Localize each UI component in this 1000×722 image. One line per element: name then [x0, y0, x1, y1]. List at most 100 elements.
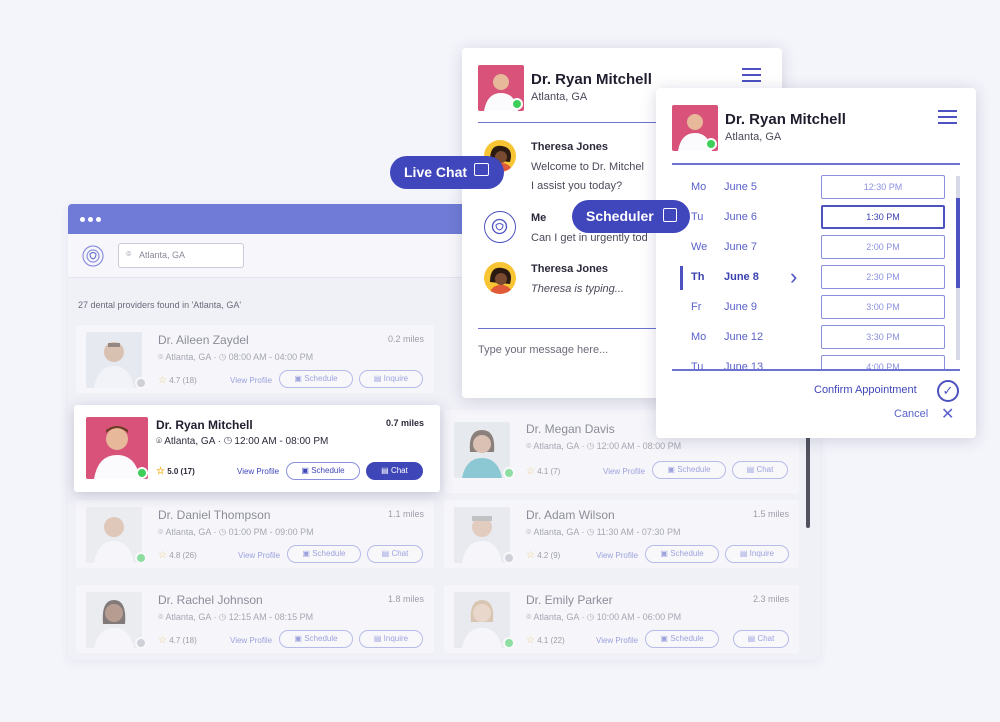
chat-button[interactable]: ▤ Chat [367, 545, 423, 563]
doctor-rating: ☆ 4.8 (26) [158, 550, 197, 561]
doctor-rating: ☆ 4.7 (18) [158, 635, 197, 646]
doctor-card[interactable]: Dr. Rachel Johnson 1.8 miles ⌾ Atlanta, … [76, 585, 434, 653]
scheduler-header-divider [672, 163, 960, 165]
view-profile-link[interactable]: View Profile [596, 551, 638, 560]
schedule-button[interactable]: ▣ Schedule [279, 630, 353, 648]
view-profile-link[interactable]: View Profile [237, 467, 279, 476]
schedule-button[interactable]: ▣ Schedule [652, 461, 726, 479]
chat-button[interactable]: ▤ Chat [366, 462, 423, 480]
date-slot-list[interactable]: Mo June 5 12:30 PM Tu June 6 1:30 PM We … [656, 174, 976, 370]
doctor-location-hours: ⌾ Atlanta, GA · ◷ 10:00 AM - 06:00 PM [526, 612, 682, 622]
clock-icon: · ◷ [578, 441, 597, 451]
calendar-icon: ▣ [294, 374, 305, 383]
location-search-input[interactable]: ⌾ Atlanta, GA [118, 243, 244, 268]
offline-status-icon [503, 552, 515, 564]
clock-icon: · ◷ [210, 527, 229, 537]
close-icon[interactable]: ✕ [941, 404, 954, 424]
chevron-right-icon[interactable]: › [790, 264, 797, 290]
doctor-name: Dr. Rachel Johnson [158, 593, 263, 607]
inquire-icon: ▤ [373, 374, 384, 383]
cancel-button[interactable]: Cancel [894, 408, 928, 420]
doctor-photo [86, 332, 142, 388]
slot-scrollbar-track[interactable] [956, 176, 960, 360]
doctor-location-hours: ⌾ Atlanta, GA · ◷ 12:00 AM - 08:00 PM [156, 436, 329, 447]
time-slot[interactable]: 3:00 PM [821, 295, 945, 319]
schedule-button[interactable]: ▣ Schedule [645, 630, 719, 648]
date-option-selected[interactable]: June 8 [724, 271, 759, 283]
message-sender: Theresa Jones [531, 263, 609, 275]
doctor-rating: ☆ 4.1 (7) [526, 466, 561, 477]
date-option[interactable]: June 7 [724, 241, 757, 253]
location-pin-icon: ⌾ [126, 249, 132, 259]
doctor-location-hours: ⌾ Atlanta, GA · ◷ 12:00 AM - 08:00 PM [526, 441, 682, 451]
check-circle-icon[interactable]: ✓ [937, 380, 959, 402]
day-of-week: Mo [691, 331, 707, 343]
offline-status-icon [135, 637, 147, 649]
message-sender: Theresa Jones [531, 141, 609, 153]
live-chat-pill[interactable]: Live Chat [390, 156, 504, 189]
time-slot-selected[interactable]: 1:30 PM [821, 205, 945, 229]
inquire-button[interactable]: ▤ Inquire [725, 545, 789, 563]
message-text: Welcome to Dr. Mitchel I assist you today… [531, 161, 644, 192]
doctor-location-hours: ⌾ Atlanta, GA · ◷ 11:30 AM - 07:30 PM [526, 527, 681, 537]
doctor-distance: 2.3 miles [752, 594, 789, 604]
inquire-icon: ▤ [739, 549, 750, 558]
doctor-card-highlighted[interactable]: Dr. Ryan Mitchell 0.7 miles ⌾ Atlanta, G… [74, 405, 440, 492]
view-profile-link[interactable]: View Profile [603, 467, 645, 476]
doctor-card[interactable]: Dr. Adam Wilson 1.5 miles ⌾ Atlanta, GA … [444, 500, 799, 568]
star-icon: ☆ [156, 466, 165, 477]
doctor-name: Dr. Emily Parker [526, 593, 613, 607]
clock-icon: · ◷ [210, 612, 229, 622]
date-option[interactable]: June 5 [724, 181, 757, 193]
date-option[interactable]: June 6 [724, 211, 757, 223]
search-input-text: Atlanta, GA [139, 250, 186, 260]
inquire-button[interactable]: ▤ Inquire [359, 630, 423, 648]
scheduler-pill[interactable]: Scheduler [572, 200, 690, 233]
chat-icon: ▤ [381, 466, 391, 475]
schedule-button[interactable]: ▣ Schedule [286, 462, 360, 480]
chat-button[interactable]: ▤ Chat [732, 461, 788, 479]
agent-avatar [484, 262, 516, 294]
message-sender: Me [531, 212, 547, 224]
menu-icon[interactable] [938, 110, 958, 126]
doctor-rating: ☆ 5.0 (17) [156, 466, 195, 477]
menu-icon[interactable] [742, 68, 762, 84]
confirm-appointment-button[interactable]: Confirm Appointment [814, 384, 917, 396]
view-profile-link[interactable]: View Profile [238, 551, 280, 560]
view-profile-link[interactable]: View Profile [230, 376, 272, 385]
time-slot[interactable]: 2:30 PM [821, 265, 945, 289]
view-profile-link[interactable]: View Profile [596, 636, 638, 645]
schedule-button[interactable]: ▣ Schedule [279, 370, 353, 388]
chat-message-input[interactable]: Type your message here... [478, 344, 608, 356]
inquire-icon: ▤ [373, 634, 384, 643]
doctor-distance: 1.5 miles [752, 509, 789, 519]
doctor-card[interactable]: Dr. Aileen Zaydel 0.2 miles ⌾ Atlanta, G… [76, 325, 434, 393]
star-icon: ☆ [158, 375, 167, 386]
date-option[interactable]: June 9 [724, 301, 757, 313]
doctor-rating: ☆ 4.7 (18) [158, 375, 197, 386]
doctor-card[interactable]: Dr. Daniel Thompson 1.1 miles ⌾ Atlanta,… [76, 500, 434, 568]
doctor-name: Dr. Ryan Mitchell [156, 418, 253, 432]
doctor-name: Dr. Daniel Thompson [158, 508, 271, 522]
time-slot[interactable]: 3:30 PM [821, 325, 945, 349]
schedule-button[interactable]: ▣ Schedule [287, 545, 361, 563]
star-icon: ☆ [158, 635, 167, 646]
date-option[interactable]: June 12 [724, 331, 763, 343]
time-slot[interactable]: 2:00 PM [821, 235, 945, 259]
time-slot[interactable]: 12:30 PM [821, 175, 945, 199]
doctor-rating: ☆ 4.1 (22) [526, 635, 565, 646]
chat-icon: ▤ [381, 549, 392, 558]
time-slot[interactable]: 4:00 PM [821, 355, 945, 370]
inquire-button[interactable]: ▤ Inquire [359, 370, 423, 388]
doctor-name: Dr. Aileen Zaydel [158, 333, 249, 347]
schedule-button[interactable]: ▣ Schedule [645, 545, 719, 563]
scheduler-footer-divider [672, 369, 960, 371]
view-profile-link[interactable]: View Profile [230, 636, 272, 645]
tooth-logo-icon [82, 245, 104, 267]
clock-icon: · ◷ [578, 612, 597, 622]
chat-button[interactable]: ▤ Chat [733, 630, 789, 648]
chat-icon: ▤ [747, 634, 758, 643]
doctor-location-hours: ⌾ Atlanta, GA · ◷ 12:15 AM - 08:15 PM [158, 612, 314, 622]
doctor-distance: 0.7 miles [385, 418, 424, 428]
doctor-card[interactable]: Dr. Emily Parker 2.3 miles ⌾ Atlanta, GA… [444, 585, 799, 653]
